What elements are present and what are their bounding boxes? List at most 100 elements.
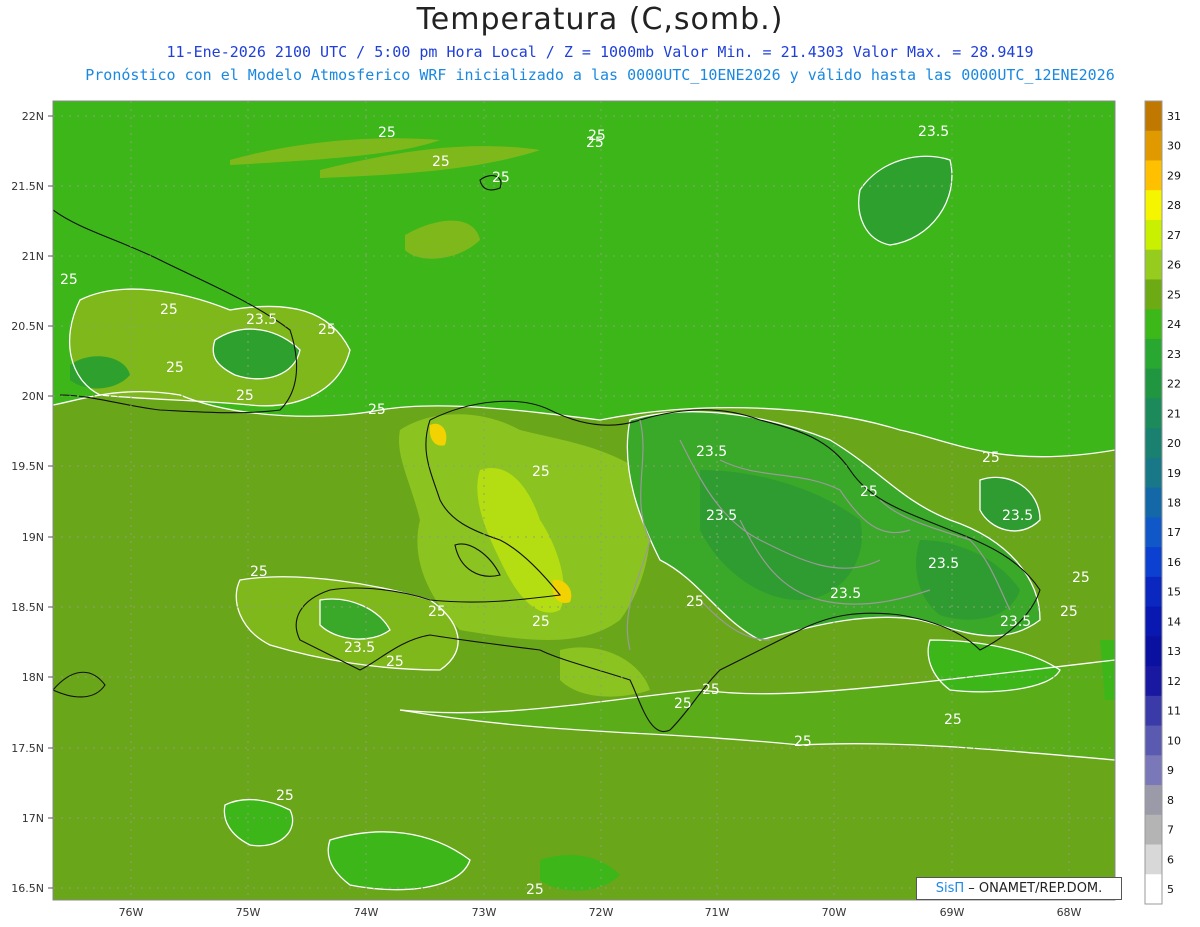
colorbar-swatch — [1145, 517, 1162, 548]
colorbar-label: 13 — [1167, 645, 1181, 658]
lat-label: 17N — [22, 812, 44, 825]
temperature-map: 25 25 25 25 25 25 25 23.5 25 25 25 25 25… — [11, 100, 1181, 919]
contour-label: 25 — [368, 402, 386, 418]
colorbar-label: 18 — [1167, 497, 1181, 510]
colorbar-swatch — [1145, 428, 1162, 459]
contour-label: 25 — [686, 594, 704, 610]
contour-label: 23.5 — [706, 508, 737, 524]
colorbar-label: 11 — [1167, 705, 1181, 718]
colorbar-label: 27 — [1167, 229, 1181, 242]
contour-label: 25 — [60, 272, 78, 288]
contour-label: 25 — [1060, 604, 1078, 620]
contour-label: 25 — [526, 882, 544, 898]
colorbar-label: 29 — [1167, 169, 1181, 182]
colorbar-label: 15 — [1167, 586, 1181, 599]
colorbar-swatch — [1145, 785, 1162, 816]
colorbar-swatch — [1145, 814, 1162, 846]
contour-label: 25 — [532, 614, 550, 630]
contour-label: 23.5 — [918, 124, 949, 140]
colorbar-swatch — [1145, 844, 1162, 875]
colorbar-label: 28 — [1167, 199, 1181, 212]
colorbar-label: 12 — [1167, 675, 1181, 688]
contour-label: 23.5 — [246, 312, 277, 328]
contour-label: 25 — [378, 125, 396, 141]
colorbar-swatch — [1145, 190, 1162, 221]
colorbar-label: 10 — [1167, 734, 1181, 747]
contour-label: 25 — [532, 464, 550, 480]
colorbar-swatch — [1145, 457, 1162, 489]
latitude-axis: 22N 21.5N 21N 20.5N 20N 19.5N 19N 18.5N … — [11, 110, 44, 895]
contour-label: 25 — [166, 360, 184, 376]
colorbar-label: 8 — [1167, 794, 1174, 807]
lat-label: 21.5N — [11, 180, 44, 193]
contour-label: 25 — [860, 484, 878, 500]
colorbar-label: 20 — [1167, 437, 1181, 450]
contour-label: 23.5 — [696, 444, 727, 460]
credit-text: – ONAMET/REP.DOM. — [964, 881, 1103, 896]
colorbar-label: 6 — [1167, 853, 1174, 866]
colorbar-swatch — [1145, 160, 1162, 191]
credit-box: SisΠ – ONAMET/REP.DOM. — [916, 877, 1122, 900]
colorbar-label: 22 — [1167, 378, 1181, 391]
lat-label: 18.5N — [11, 601, 44, 614]
colorbar-swatch — [1145, 368, 1162, 399]
colorbar: 31 30 29 28 27 26 25 24 23 22 21 20 19 18 17 16 15 14 13 12… — [1144, 100, 1181, 905]
contour-label: 25 — [318, 322, 336, 338]
lon-label: 68W — [1057, 906, 1082, 919]
contour-label: 25 — [702, 682, 720, 698]
contour-label: 25 — [944, 712, 962, 728]
contour-label: 25 — [250, 564, 268, 580]
contour-label: 25 — [236, 388, 254, 404]
colorbar-label: 7 — [1167, 824, 1174, 837]
field-northern-band — [53, 101, 1115, 457]
lat-label: 21N — [22, 250, 44, 263]
contour-label: 25 — [982, 450, 1000, 466]
lat-label: 19.5N — [11, 460, 44, 473]
contour-label: 25 — [386, 654, 404, 670]
colorbar-swatch — [1145, 606, 1162, 637]
latitude-ticks — [48, 115, 53, 889]
colorbar-swatch — [1145, 666, 1162, 697]
colorbar-label: 26 — [1167, 259, 1181, 272]
lat-label: 20N — [22, 390, 44, 403]
lat-label: 20.5N — [11, 320, 44, 333]
colorbar-swatch — [1145, 101, 1162, 132]
temperature-field: 25 25 25 25 25 25 25 23.5 25 25 25 25 25… — [53, 101, 1115, 900]
colorbar-label: 17 — [1167, 526, 1181, 539]
colorbar-swatch — [1145, 725, 1162, 756]
lat-label: 19N — [22, 531, 44, 544]
contour-label: 25 — [1072, 570, 1090, 586]
colorbar-swatch — [1145, 695, 1162, 727]
lon-label: 71W — [705, 906, 730, 919]
colorbar-label: 31 — [1167, 110, 1181, 123]
contour-label: 25 — [794, 734, 812, 750]
contour-label: 25 — [674, 696, 692, 712]
colorbar-swatch — [1145, 636, 1162, 667]
colorbar-swatch — [1145, 547, 1162, 578]
colorbar-swatch — [1145, 249, 1162, 280]
contour-label: 25 — [492, 170, 510, 186]
colorbar-label: 21 — [1167, 407, 1181, 420]
contour-label: 25 — [588, 128, 606, 144]
contour-label: 23.5 — [1002, 508, 1033, 524]
colorbar-swatch — [1145, 279, 1162, 310]
lat-label: 16.5N — [11, 882, 44, 895]
colorbar-label: 5 — [1167, 883, 1174, 896]
colorbar-label: 30 — [1167, 140, 1181, 153]
longitude-axis: 76W 75W 74W 73W 72W 71W 70W 69W 68W — [119, 906, 1082, 919]
contour-label: 23.5 — [1000, 614, 1031, 630]
lat-label: 22N — [22, 110, 44, 123]
colorbar-swatch — [1145, 219, 1162, 251]
colorbar-swatch — [1145, 309, 1162, 340]
colorbar-label: 9 — [1167, 764, 1174, 777]
lon-label: 72W — [589, 906, 614, 919]
contour-label: 25 — [432, 154, 450, 170]
colorbar-label: 23 — [1167, 348, 1181, 361]
colorbar-swatch — [1145, 130, 1162, 161]
contour-label: 25 — [428, 604, 446, 620]
lon-label: 70W — [822, 906, 847, 919]
colorbar-swatch — [1145, 338, 1162, 370]
lon-label: 74W — [354, 906, 379, 919]
colorbar-label: 25 — [1167, 288, 1181, 301]
lon-label: 75W — [236, 906, 261, 919]
